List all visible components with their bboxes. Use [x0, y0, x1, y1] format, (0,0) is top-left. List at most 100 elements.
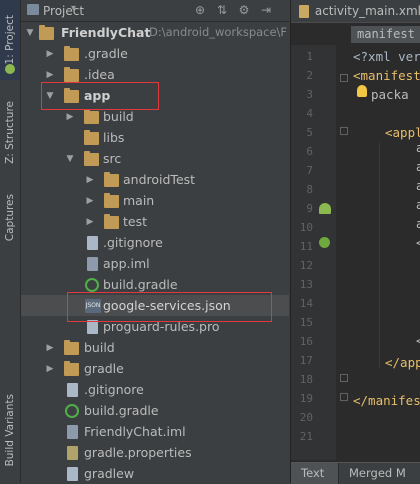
tree-item-label: androidTest — [123, 172, 196, 187]
breadcrumb: manifest — [291, 23, 420, 45]
android-icon — [0, 62, 20, 76]
folder-icon — [104, 214, 119, 229]
file-icon — [67, 467, 78, 481]
file-icon — [87, 236, 98, 250]
chevron-right-icon[interactable]: ▶ — [65, 112, 75, 122]
tree-item-app-iml[interactable]: app.iml — [21, 253, 289, 274]
target-icon[interactable]: ⊕ — [193, 3, 207, 17]
code-line-1[interactable]: <?xml ver — [353, 49, 420, 64]
tree-item-root-build[interactable]: ▶ build — [21, 337, 289, 358]
line-number: 21 — [299, 430, 313, 443]
tree-item-src[interactable]: ▼ src — [21, 148, 289, 169]
project-view-selector[interactable]: Project — [43, 4, 84, 18]
fold-marker-icon[interactable] — [340, 393, 348, 401]
hide-icon[interactable]: ⇥ — [259, 3, 273, 17]
code-line-21[interactable]: </manifes — [353, 393, 420, 408]
chevron-down-icon[interactable]: ▼ — [25, 28, 35, 38]
project-panel: Project ▾ ⊕ ⇅ ⚙ ⇥ ▼ FriendlyChat D:\andr… — [21, 0, 289, 483]
folder-icon — [64, 67, 79, 82]
code-fragment: a — [416, 198, 420, 212]
tree-item-friendlychat-iml[interactable]: FriendlyChat.iml — [21, 421, 289, 442]
line-number: 2 — [306, 69, 313, 82]
properties-file-icon — [67, 446, 78, 460]
code-fragment: a — [416, 179, 420, 193]
tree-item-gradle[interactable]: ▶ gradle — [21, 358, 289, 379]
tree-item-androidtest[interactable]: ▶ androidTest — [21, 169, 289, 190]
captures-tool-tab[interactable]: Captures — [0, 188, 20, 248]
chevron-right-icon[interactable]: ▶ — [85, 217, 95, 227]
chevron-right-icon[interactable]: ▶ — [85, 196, 95, 206]
tree-item-gradle-dir[interactable]: ▶ .gradle — [21, 43, 289, 64]
android-icon[interactable] — [319, 203, 331, 214]
tree-item-friendlychat[interactable]: ▼ FriendlyChat D:\android_workspace\F — [21, 22, 289, 43]
line-number: 9 — [306, 202, 313, 215]
left-tool-strip: 1: Project Z: Structure Captures Build V… — [0, 0, 21, 483]
folder-icon — [84, 151, 99, 166]
chevron-right-icon[interactable]: ▶ — [45, 70, 55, 80]
tree-item-label: FriendlyChat — [61, 25, 151, 40]
highlight-box-google-services — [67, 292, 272, 322]
chevron-right-icon[interactable]: ▶ — [45, 364, 55, 374]
tree-item-label: libs — [103, 130, 125, 145]
build-variants-tool-tab[interactable]: Build Variants — [0, 380, 20, 480]
breadcrumb-manifest[interactable]: manifest — [351, 26, 420, 43]
project-tool-tab-label: 1: Project — [4, 15, 16, 65]
folder-icon — [64, 361, 79, 376]
fold-marker-icon[interactable] — [340, 74, 348, 82]
indent-guide — [379, 143, 380, 368]
lightbulb-icon[interactable] — [357, 85, 367, 97]
tab-merged-manifest[interactable]: Merged M — [339, 463, 406, 484]
line-number: 11 — [299, 240, 313, 253]
line-number: 16 — [299, 335, 313, 348]
tree-item-app-gitignore[interactable]: .gitignore — [21, 232, 289, 253]
gear-icon[interactable]: ⚙ — [237, 3, 251, 17]
sliders-icon[interactable]: ⇅ — [215, 3, 229, 17]
editor-tab-label: activity_main.xml — [314, 4, 420, 18]
folder-icon — [104, 193, 119, 208]
fold-marker-icon[interactable] — [340, 127, 348, 135]
tree-item-root-gitignore[interactable]: .gitignore — [21, 379, 289, 400]
line-number: 6 — [306, 145, 313, 158]
highlight-box-app — [41, 82, 159, 110]
build-variants-tool-tab-label: Build Variants — [4, 393, 16, 467]
module-folder-icon — [39, 25, 54, 40]
line-number: 10 — [299, 221, 313, 234]
structure-tool-tab-label: Z: Structure — [4, 100, 16, 164]
tree-item-gradle-properties[interactable]: gradle.properties — [21, 442, 289, 463]
tab-text[interactable]: Text — [291, 463, 339, 484]
editor-panel: activity_main.xml manifest 1 2 3 4 5 6 7… — [290, 0, 420, 484]
code-fragment: < — [416, 236, 420, 250]
structure-tool-tab[interactable]: Z: Structure — [0, 88, 20, 176]
code-line-19[interactable]: </app — [385, 355, 420, 370]
chevron-right-icon[interactable]: ▶ — [45, 49, 55, 59]
line-number: 8 — [306, 183, 313, 196]
code-fragment: < — [416, 334, 420, 348]
gradle-icon — [85, 278, 99, 292]
line-number: 17 — [299, 354, 313, 367]
code-fragment: a — [416, 141, 420, 155]
tree-item-label: build — [103, 109, 134, 124]
chevron-down-icon[interactable]: ▾ — [71, 3, 76, 14]
code-line-5[interactable]: <appl — [385, 125, 420, 140]
code-line-2[interactable]: <manifest — [353, 68, 420, 83]
tree-item-label: .gitignore — [84, 382, 144, 397]
line-number: 15 — [299, 316, 313, 329]
tree-item-root-build-gradle[interactable]: build.gradle — [21, 400, 289, 421]
line-number: 14 — [299, 297, 313, 310]
tree-item-label: gradle.properties — [84, 445, 192, 460]
android-activity-icon[interactable] — [319, 237, 330, 248]
fold-marker-icon[interactable] — [340, 374, 348, 382]
tree-item-test[interactable]: ▶ test — [21, 211, 289, 232]
tree-item-label: build — [84, 340, 115, 355]
tree-item-main[interactable]: ▶ main — [21, 190, 289, 211]
chevron-down-icon[interactable]: ▼ — [65, 154, 75, 164]
code-line-3[interactable]: packa — [371, 87, 409, 102]
tree-item-gradlew[interactable]: gradlew — [21, 463, 289, 484]
chevron-right-icon[interactable]: ▶ — [85, 175, 95, 185]
editor-tab-activity-main[interactable]: activity_main.xml — [291, 0, 420, 23]
chevron-right-icon[interactable]: ▶ — [45, 343, 55, 353]
folder-icon — [104, 172, 119, 187]
tree-item-libs[interactable]: libs — [21, 127, 289, 148]
iml-file-icon — [87, 257, 98, 271]
file-icon — [67, 383, 78, 397]
